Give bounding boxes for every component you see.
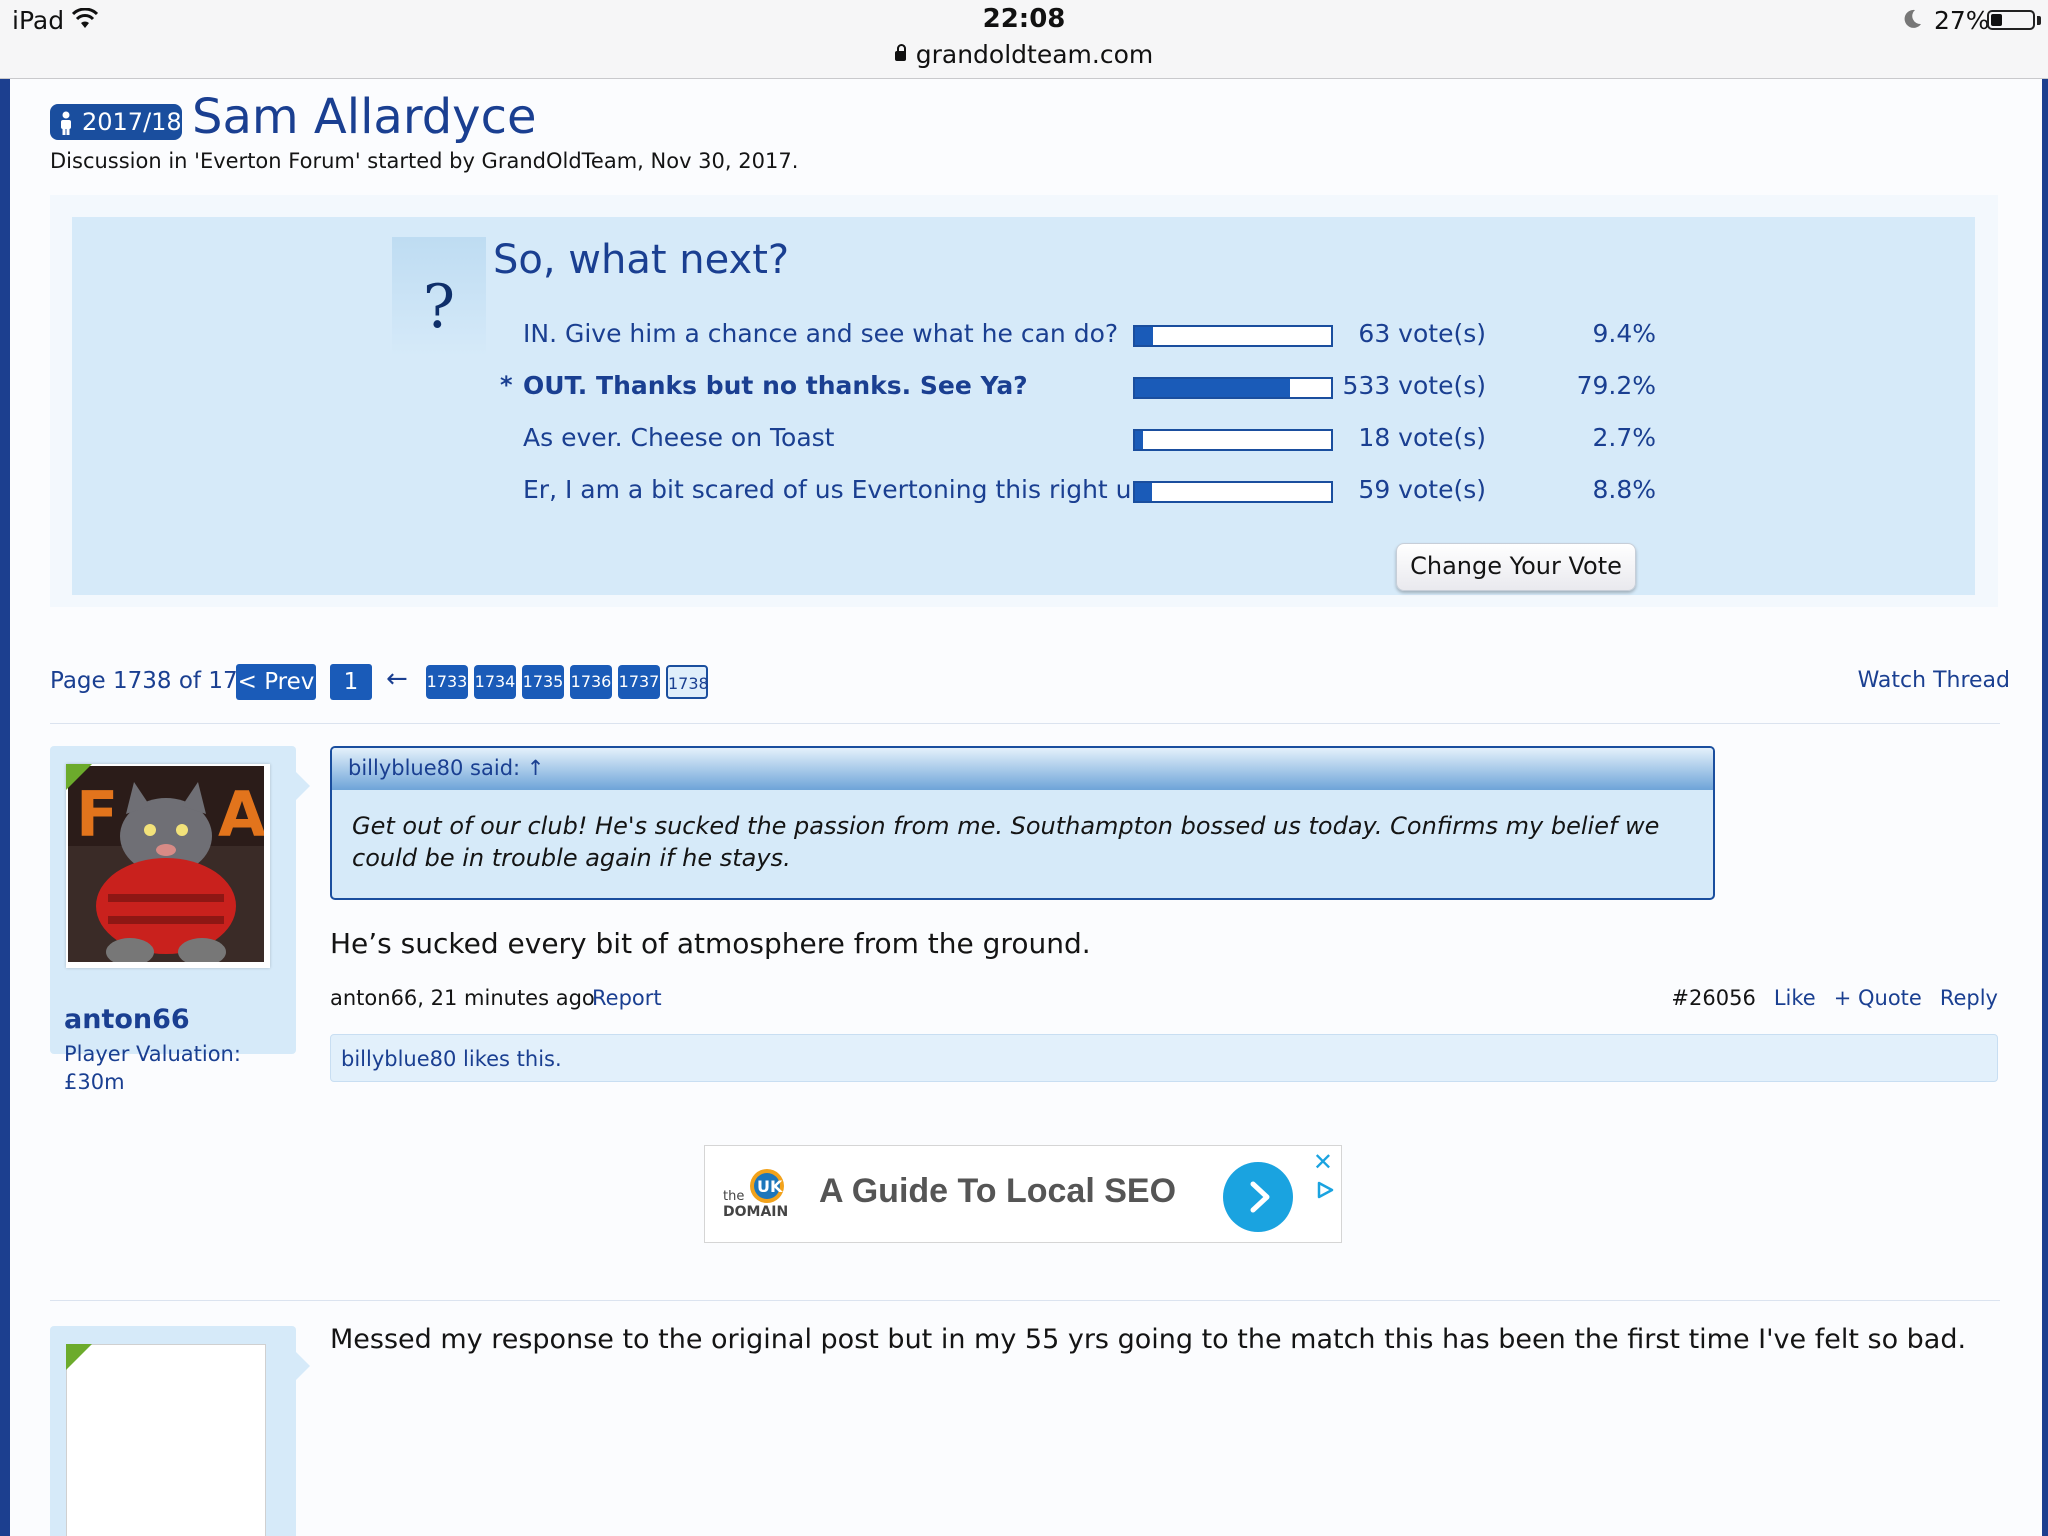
- adchoices-icon[interactable]: [1315, 1180, 1335, 1200]
- poll-result-fill: [1135, 431, 1143, 449]
- page-link-current[interactable]: 1738: [666, 665, 709, 699]
- post-controls: #26056 Like + Quote Reply: [1671, 986, 1998, 1010]
- like-link[interactable]: Like: [1774, 986, 1816, 1010]
- poll-option: Er, I am a bit scared of us Evertoning t…: [10, 475, 2042, 515]
- page-link-1733[interactable]: 1733: [426, 665, 468, 699]
- page-link-1734[interactable]: 1734: [474, 665, 516, 699]
- page-skip-arrow: ←: [386, 664, 408, 694]
- battery-tip: [2037, 16, 2041, 25]
- avatar[interactable]: [66, 1344, 266, 1536]
- avatar-image: F A: [68, 766, 266, 966]
- forum-page: 2017/18 Sam Allardyce Discussion in 'Eve…: [10, 79, 2042, 1536]
- battery-percent: 27%: [1934, 6, 1990, 35]
- user-card-pointer: [296, 772, 310, 800]
- battery-icon: [1987, 10, 2035, 30]
- user-icon: [61, 111, 71, 135]
- page-right-edge: [2042, 79, 2048, 1536]
- prev-page-button[interactable]: < Prev: [236, 664, 316, 700]
- message-text: Messed my response to the original post …: [330, 1324, 1967, 1355]
- poll-result-bar: [1133, 377, 1333, 399]
- watch-thread-link[interactable]: Watch Thread: [1858, 668, 2010, 693]
- status-bar: iPad 22:08 grandoldteam.com 27%: [0, 0, 2048, 79]
- address-bar[interactable]: grandoldteam.com: [0, 40, 2048, 69]
- online-status-icon: [66, 764, 92, 790]
- thread-prefix-badge[interactable]: 2017/18: [50, 104, 182, 140]
- post-author-date[interactable]: anton66, 21 minutes ago: [330, 986, 595, 1010]
- quote-attribution[interactable]: billyblue80 said: ↑: [332, 748, 1713, 790]
- page-link-1735[interactable]: 1735: [522, 665, 564, 699]
- divider: [50, 1300, 2000, 1301]
- quote-link[interactable]: + Quote: [1834, 986, 1922, 1010]
- moon-icon: [1904, 9, 1921, 28]
- close-icon[interactable]: ✕: [1313, 1148, 1333, 1176]
- poll-vote-count: 63 vote(s): [1358, 319, 1486, 348]
- poll-result-bar: [1133, 325, 1333, 347]
- divider: [50, 723, 2000, 724]
- poll-result-fill: [1135, 379, 1291, 397]
- message-user-info: [50, 1326, 310, 1536]
- poll-result-fill: [1135, 483, 1153, 501]
- poll-option-label: OUT. Thanks but no thanks. See Ya?: [523, 371, 1028, 400]
- poll-option-label: IN. Give him a chance and see what he ca…: [523, 319, 1119, 348]
- poll-percent: 79.2%: [1576, 371, 1656, 400]
- poll-vote-count: 59 vote(s): [1358, 475, 1486, 504]
- svg-text:UK: UK: [757, 1177, 783, 1196]
- poll-option: * OUT. Thanks but no thanks. See Ya? 533…: [10, 371, 2042, 411]
- poll-result-bar: [1133, 429, 1333, 451]
- quote-author[interactable]: billyblue80 said: ↑: [348, 756, 544, 780]
- poll-percent: 9.4%: [1592, 319, 1656, 348]
- ad-go-button[interactable]: [1223, 1162, 1293, 1232]
- quote-text: Get out of our club! He's sucked the pas…: [352, 812, 1660, 872]
- page-link-1737[interactable]: 1737: [618, 665, 660, 699]
- change-vote-button[interactable]: Change Your Vote: [1396, 543, 1636, 591]
- poll-option: IN. Give him a chance and see what he ca…: [10, 319, 2042, 359]
- poll-result-fill: [1135, 327, 1154, 345]
- svg-text:the: the: [723, 1189, 744, 1204]
- svg-text:A: A: [218, 778, 264, 851]
- user-card-pointer: [296, 1352, 310, 1380]
- battery-level: [1991, 14, 2002, 26]
- thread-title: Sam Allardyce: [192, 89, 537, 145]
- avatar[interactable]: F A: [66, 764, 270, 968]
- poll-result-bar: [1133, 481, 1333, 503]
- thread-prefix-label: 2017/18: [82, 108, 182, 136]
- voted-marker: *: [500, 371, 513, 399]
- poll-option-label: As ever. Cheese on Toast: [523, 423, 835, 452]
- url-text: grandoldteam.com: [915, 40, 1154, 69]
- first-page-button[interactable]: 1: [330, 664, 372, 700]
- message-text: He’s sucked every bit of atmosphere from…: [330, 927, 1091, 960]
- online-status-icon: [66, 1344, 92, 1370]
- clock: 22:08: [982, 4, 1066, 34]
- svg-text:DOMAIN: DOMAIN: [723, 1204, 788, 1220]
- likes-summary: billyblue80 likes this.: [330, 1034, 1998, 1082]
- message-user-info: F A anton66 Player Valuation: £30m: [50, 746, 310, 1094]
- pagination: Page 1738 of 1738 < Prev 1 ← 1733 1734 1…: [50, 664, 2010, 704]
- lock-icon: [894, 44, 906, 61]
- username[interactable]: anton66: [64, 1004, 190, 1035]
- page-left-edge: [0, 79, 10, 1536]
- poll-percent: 2.7%: [1592, 423, 1656, 452]
- poll-option: As ever. Cheese on Toast 18 vote(s) 2.7%: [10, 423, 2042, 463]
- report-link[interactable]: Report: [592, 986, 662, 1010]
- poll-vote-count: 533 vote(s): [1342, 371, 1486, 400]
- advertisement[interactable]: UK the DOMAIN A Guide To Local SEO ✕: [704, 1145, 1342, 1243]
- likes-text[interactable]: billyblue80 likes this.: [341, 1047, 562, 1071]
- poll-option-label: Er, I am a bit scared of us Evertoning t…: [523, 475, 1156, 504]
- poll-vote-count: 18 vote(s): [1358, 423, 1486, 452]
- thread-description: Discussion in 'Everton Forum' started by…: [50, 149, 799, 173]
- uk-domain-logo: UK the DOMAIN: [723, 1169, 788, 1220]
- poll-title: So, what next?: [493, 237, 790, 283]
- page-link-1736[interactable]: 1736: [570, 665, 612, 699]
- reply-link[interactable]: Reply: [1940, 986, 1998, 1010]
- poll-percent: 8.8%: [1592, 475, 1656, 504]
- message-meta: anton66, 21 minutes ago Report #26056 Lik…: [330, 986, 1998, 1016]
- user-title: Player Valuation: £30m: [64, 1042, 241, 1094]
- ad-title[interactable]: A Guide To Local SEO: [819, 1172, 1176, 1211]
- chevron-right-icon: [1250, 1181, 1270, 1213]
- quote-block: billyblue80 said: ↑ Get out of our club!…: [330, 746, 1715, 900]
- page-indicator: Page 1738 of 1738: [50, 668, 267, 694]
- post-number[interactable]: #26056: [1671, 986, 1755, 1010]
